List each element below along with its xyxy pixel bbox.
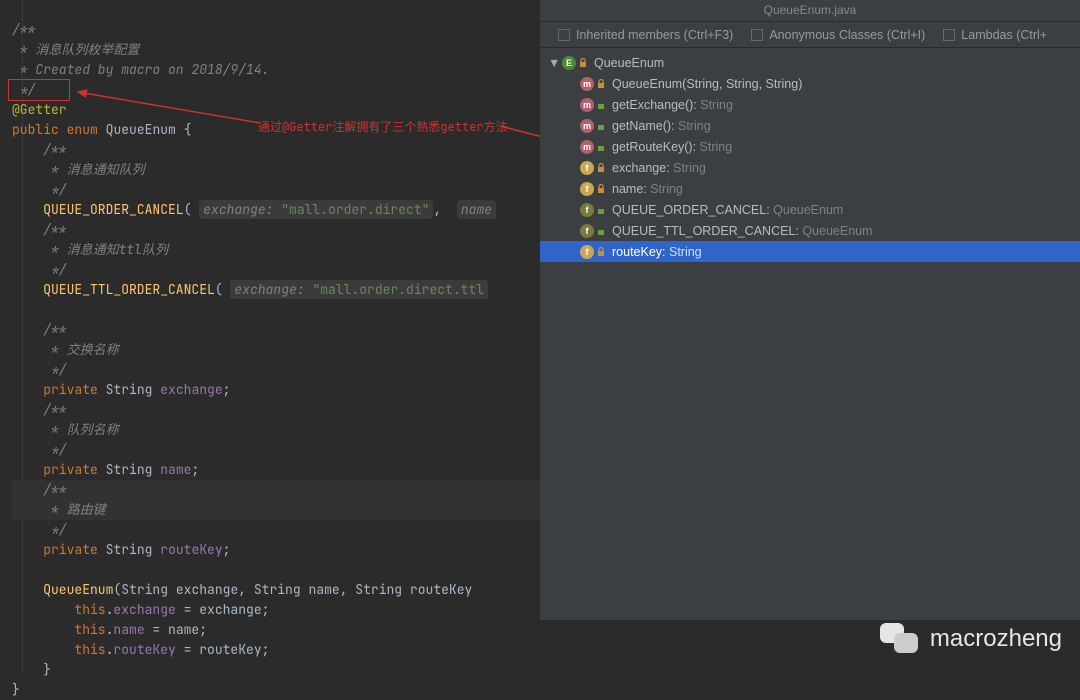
code-line: QueueEnum(String exchange, String name, … [12, 581, 472, 598]
lock-icon [596, 79, 606, 89]
code-line: */ [12, 361, 67, 378]
field-icon: f [580, 161, 594, 175]
filter-anon[interactable]: Anonymous Classes (Ctrl+I) [751, 28, 925, 42]
wechat-icon [880, 623, 920, 655]
code-line: this.exchange = exchange; [12, 601, 269, 618]
code-line: */ [12, 521, 67, 538]
code-line: * 消息通知队列 [12, 161, 145, 178]
class-icon: E [562, 56, 576, 70]
watermark-text: macrozheng [930, 625, 1062, 653]
checkbox-icon[interactable] [943, 29, 955, 41]
method-icon: m [580, 119, 594, 133]
filter-inherited[interactable]: Inherited members (Ctrl+F3) [558, 28, 733, 42]
tree-root[interactable]: ▼ E QueueEnum [540, 52, 1080, 73]
getter-annotation: @Getter [12, 101, 67, 118]
checkbox-icon[interactable] [751, 29, 763, 41]
code-line [12, 561, 20, 578]
lock-open-icon [596, 100, 606, 110]
code-line [12, 301, 20, 318]
watermark: macrozheng [880, 623, 1062, 655]
code-line: /** [12, 321, 67, 338]
lock-icon [578, 58, 588, 68]
code-line: */ [12, 261, 67, 278]
code-line: QUEUE_TTL_ORDER_CANCEL( exchange: "mall.… [12, 280, 488, 299]
lock-open-icon [596, 205, 606, 215]
method-icon: m [580, 140, 594, 154]
tree-method-getroutekey[interactable]: m getRouteKey(): String [540, 136, 1080, 157]
code-line: QUEUE_ORDER_CANCEL( exchange: "mall.orde… [12, 200, 496, 219]
field-icon: f [580, 182, 594, 196]
lock-icon [596, 247, 606, 257]
tree-constructor[interactable]: m QueueEnum(String, String, String) [540, 73, 1080, 94]
code-line: } [12, 681, 20, 698]
code-line: * 路由键 [12, 500, 540, 520]
lock-open-icon [596, 142, 606, 152]
enum-value-icon: f [580, 203, 594, 217]
code-line: * 队列名称 [12, 421, 119, 438]
tree-enum-ordercancel[interactable]: f QUEUE_ORDER_CANCEL: QueueEnum [540, 199, 1080, 220]
code-editor[interactable]: /** * 消息队列枚举配置 * Created by macro on 201… [0, 0, 540, 673]
lock-icon [596, 184, 606, 194]
code-line: * 消息队列枚举配置 [12, 41, 139, 58]
code-line: private String exchange; [12, 381, 230, 398]
lock-open-icon [596, 121, 606, 131]
tree-method-getname[interactable]: m getName(): String [540, 115, 1080, 136]
code-line-caret: /** [12, 480, 540, 500]
file-tab[interactable]: QueueEnum.java [540, 0, 1080, 22]
tree-method-getexchange[interactable]: m getExchange(): String [540, 94, 1080, 115]
annotation-note: 通过@Getter注解拥有了三个熟悉getter方法 [258, 118, 508, 135]
tree-enum-ttlordercancel[interactable]: f QUEUE_TTL_ORDER_CANCEL: QueueEnum [540, 220, 1080, 241]
code-line: * 交换名称 [12, 341, 119, 358]
code-line: * Created by macro on 2018/9/14. [12, 61, 269, 78]
code-line: /** [12, 401, 67, 418]
collapse-icon[interactable]: ▼ [548, 56, 562, 70]
structure-filter-row: Inherited members (Ctrl+F3) Anonymous Cl… [540, 22, 1080, 48]
code-line: * 消息通知ttl队列 [12, 241, 168, 258]
code-line: this.name = name; [12, 621, 207, 638]
method-icon: m [580, 98, 594, 112]
structure-tree[interactable]: ▼ E QueueEnum m QueueEnum(String, String… [540, 48, 1080, 262]
code-line: */ [12, 181, 67, 198]
enum-value-icon: f [580, 224, 594, 238]
code-line: public enum QueueEnum { [12, 121, 191, 138]
structure-panel: QueueEnum.java Inherited members (Ctrl+F… [540, 0, 1080, 620]
code-line: /** [12, 21, 35, 38]
code-line: private String name; [12, 461, 199, 478]
annotation-highlight-box [8, 79, 70, 101]
code-line: /** [12, 141, 67, 158]
tree-field-routekey-selected[interactable]: f routeKey: String [540, 241, 1080, 262]
tree-field-exchange[interactable]: f exchange: String [540, 157, 1080, 178]
code-line: /** [12, 221, 67, 238]
tree-field-name[interactable]: f name: String [540, 178, 1080, 199]
code-line: } [12, 661, 51, 678]
method-icon: m [580, 77, 594, 91]
lock-open-icon [596, 226, 606, 236]
filter-lambdas[interactable]: Lambdas (Ctrl+ [943, 28, 1047, 42]
lock-icon [596, 163, 606, 173]
code-line: this.routeKey = routeKey; [12, 641, 269, 658]
checkbox-icon[interactable] [558, 29, 570, 41]
field-icon: f [580, 245, 594, 259]
code-line: private String routeKey; [12, 541, 230, 558]
code-line: */ [12, 441, 67, 458]
